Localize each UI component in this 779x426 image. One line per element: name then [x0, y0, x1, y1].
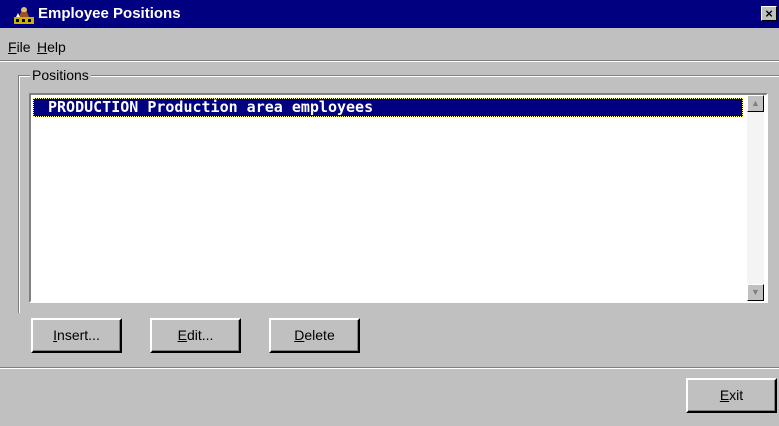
exit-button-label: xit [729, 387, 744, 403]
title-bar[interactable]: Employee Positions × [0, 0, 779, 28]
list-item-production[interactable]: PRODUCTION Production area employees [33, 98, 743, 117]
positions-listbox[interactable]: PRODUCTION Production area employees ▲ ▼ [29, 93, 768, 303]
menu-file-label: ile [16, 39, 31, 55]
menu-help-accel: H [37, 39, 48, 55]
edit-button[interactable]: Edit... [150, 318, 241, 353]
menu-help[interactable]: Help [37, 38, 66, 56]
insert-button[interactable]: Insert... [31, 318, 122, 353]
menu-separator [0, 60, 779, 62]
app-icon [14, 7, 34, 24]
edit-button-accel: E [177, 327, 187, 343]
position-description: Production area employees [147, 98, 374, 116]
vertical-scrollbar[interactable]: ▲ ▼ [747, 95, 764, 301]
position-code: PRODUCTION [48, 98, 139, 116]
scroll-down-arrow-icon: ▼ [751, 287, 760, 297]
menu-help-label: elp [47, 39, 66, 55]
insert-button-label: nsert... [57, 327, 100, 343]
edit-button-label: dit... [186, 327, 214, 343]
positions-group-label: Positions [30, 66, 91, 84]
window-title: Employee Positions [38, 5, 181, 22]
bottom-separator [0, 367, 779, 369]
scroll-down-button[interactable]: ▼ [747, 284, 764, 301]
scroll-up-button[interactable]: ▲ [747, 95, 764, 112]
delete-button-accel: D [294, 327, 305, 343]
exit-button[interactable]: Exit [686, 378, 777, 413]
menu-bar: File Help [0, 38, 779, 58]
menu-file[interactable]: File [8, 38, 31, 56]
close-icon: × [765, 6, 773, 21]
close-button[interactable]: × [761, 6, 777, 21]
scroll-up-arrow-icon: ▲ [751, 98, 760, 108]
delete-button[interactable]: Delete [269, 318, 360, 353]
delete-button-label: elete [304, 327, 335, 343]
exit-button-accel: E [719, 387, 730, 403]
menu-file-accel: F [8, 39, 17, 55]
